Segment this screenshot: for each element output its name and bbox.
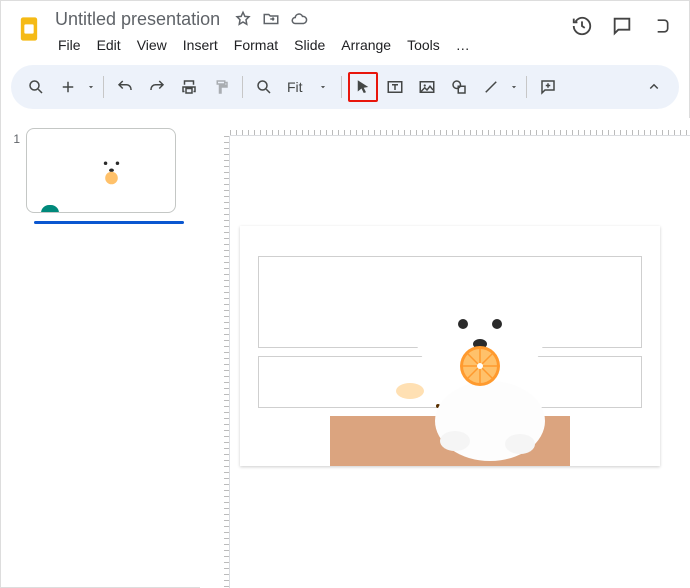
menu-more[interactable]: … (449, 33, 477, 57)
separator (242, 76, 243, 98)
menu-tools[interactable]: Tools (400, 33, 447, 57)
doc-title[interactable]: Untitled presentation (51, 7, 224, 32)
redo-icon[interactable] (142, 72, 172, 102)
image-icon[interactable] (412, 72, 442, 102)
horizontal-ruler (230, 118, 690, 136)
line-dropdown-icon[interactable] (508, 82, 520, 92)
menu-arrange[interactable]: Arrange (334, 33, 398, 57)
menu-format[interactable]: Format (227, 33, 285, 57)
zoom-level[interactable]: Fit (281, 79, 309, 95)
add-comment-icon[interactable] (533, 72, 563, 102)
new-slide-icon[interactable] (53, 72, 83, 102)
print-icon[interactable] (174, 72, 204, 102)
history-icon[interactable] (571, 15, 593, 37)
menu-edit[interactable]: Edit (90, 33, 128, 57)
toolbar: Fit (11, 65, 679, 109)
menubar: File Edit View Insert Format Slide Arran… (51, 33, 571, 57)
paint-format-icon[interactable] (206, 72, 236, 102)
inserted-image[interactable] (330, 226, 570, 466)
shape-icon[interactable] (444, 72, 474, 102)
line-icon[interactable] (476, 72, 506, 102)
search-icon[interactable] (21, 72, 51, 102)
slide-number: 1 (8, 128, 20, 146)
separator (341, 76, 342, 98)
zoom-dropdown-icon[interactable] (311, 82, 335, 92)
menu-view[interactable]: View (130, 33, 174, 57)
undo-icon[interactable] (110, 72, 140, 102)
slide-thumbnail[interactable] (26, 128, 176, 213)
comment-icon[interactable] (611, 15, 633, 37)
textbox-icon[interactable] (380, 72, 410, 102)
thumbnail-selection-indicator (34, 221, 184, 224)
speaker-notes-indicator (41, 205, 59, 213)
collapse-icon[interactable] (639, 72, 669, 102)
vertical-ruler (212, 136, 230, 588)
slide-canvas[interactable] (240, 226, 660, 466)
present-icon[interactable] (651, 15, 671, 37)
new-slide-dropdown-icon[interactable] (85, 82, 97, 92)
move-to-drive-icon[interactable] (262, 10, 280, 28)
filmstrip: 1 (0, 118, 200, 588)
zoom-icon[interactable] (249, 72, 279, 102)
header: Untitled presentation File Edit View Ins… (1, 1, 689, 59)
canvas-area[interactable] (200, 118, 690, 588)
select-icon[interactable] (348, 72, 378, 102)
star-icon[interactable] (234, 10, 252, 28)
separator (103, 76, 104, 98)
slides-logo-icon[interactable] (11, 11, 47, 47)
menu-slide[interactable]: Slide (287, 33, 332, 57)
menu-insert[interactable]: Insert (176, 33, 225, 57)
cloud-status-icon[interactable] (290, 10, 308, 28)
menu-file[interactable]: File (51, 33, 88, 57)
separator (526, 76, 527, 98)
